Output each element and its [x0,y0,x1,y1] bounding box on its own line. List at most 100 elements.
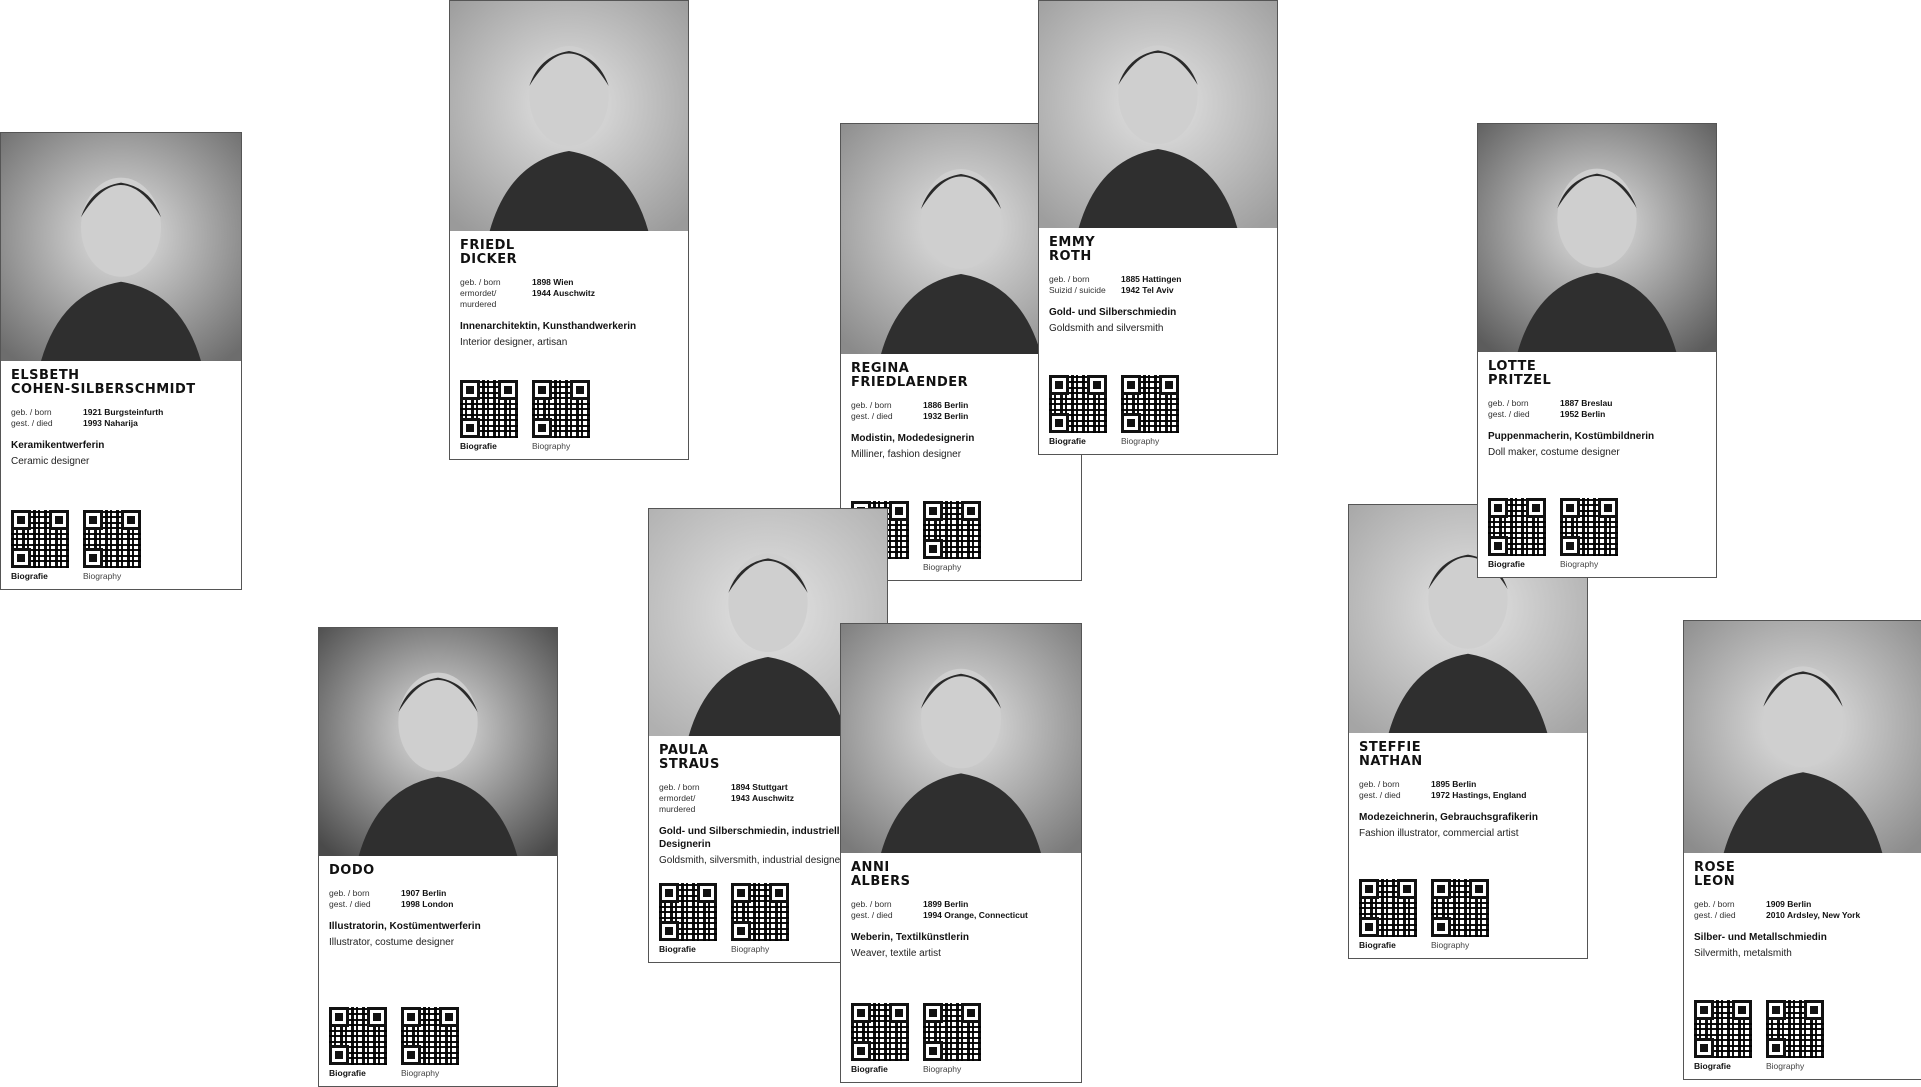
qr-biography[interactable]: Biography [1766,1000,1824,1071]
born-label: geb. / born [1488,398,1529,408]
qr-biografie[interactable]: Biografie [1359,879,1417,950]
qr-code-icon[interactable] [1049,375,1107,433]
qr-code-icon[interactable] [1560,498,1618,556]
qr-biography[interactable]: Biography [1431,879,1489,950]
qr-code-icon[interactable] [329,1007,387,1065]
qr-label-en: Biography [1121,436,1160,446]
qr-label-de: Biografie [11,571,48,581]
died-label: gest. / died [851,411,893,421]
qr-code-icon[interactable] [11,510,69,568]
born-value: 1907 Berlin [401,888,447,898]
name-first: FRIEDL [460,238,515,253]
qr-label-de: Biografie [1359,940,1396,950]
person-name: ELSBETH COHEN-SILBERSCHMIDT [11,369,231,397]
qr-biografie[interactable]: Biografie [1049,375,1107,446]
qr-biography[interactable]: Biography [1121,375,1179,446]
qr-label-en: Biography [83,571,122,581]
profession-de: Puppenmacherin, Kostümbildnerin [1488,431,1655,442]
born-value: 1887 Breslau [1560,398,1613,408]
name-first: EMMY [1049,235,1096,250]
qr-biografie[interactable]: Biografie [329,1007,387,1078]
life-dates: geb. / born 1898 Wien ermordet/ murdered… [460,277,678,310]
qr-biografie[interactable]: Biografie [460,380,518,451]
name-last: DICKER [460,252,518,267]
qr-code-icon[interactable] [1766,1000,1824,1058]
person-card-pritzel: LOTTE PRITZEL geb. / born 1887 Breslau g… [1477,123,1717,578]
born-label: geb. / born [11,407,52,417]
qr-code-icon[interactable] [532,380,590,438]
qr-codes: Biografie Biography [1049,375,1179,446]
qr-codes: Biografie Biography [1359,879,1489,950]
name-first: ELSBETH [11,368,80,383]
profession-en: Silvermith, metalsmith [1694,948,1792,959]
qr-label-en: Biography [1560,559,1599,569]
profession-en: Illustrator, costume designer [329,937,455,948]
died-label: gest. / died [1359,790,1401,800]
portrait-photo [1684,621,1921,853]
person-name: DODO [329,864,547,878]
portrait-photo [1478,124,1716,352]
born-label: geb. / born [1694,899,1735,909]
profession-de: Gold- und Silberschmiedin [1049,307,1177,318]
born-label: geb. / born [460,277,501,287]
qr-code-icon[interactable] [731,883,789,941]
profession-en: Doll maker, costume designer [1488,447,1620,458]
died-value: 1944 Auschwitz [532,288,595,298]
died-label: ermordet/ murdered [460,288,497,309]
qr-code-icon[interactable] [1359,879,1417,937]
profession-de: Illustratorin, Kostümentwerferin [329,921,481,932]
name-first: LOTTE [1488,359,1537,374]
name-first: ANNI [851,860,890,875]
qr-code-icon[interactable] [460,380,518,438]
qr-codes: Biografie Biography [659,883,789,954]
profession-de: Keramikentwerferin [11,440,105,451]
portrait-photo [1039,1,1277,228]
qr-code-icon[interactable] [851,1003,909,1061]
qr-code-icon[interactable] [659,883,717,941]
qr-label-de: Biografie [1049,436,1086,446]
born-value: 1899 Berlin [923,899,969,909]
qr-code-icon[interactable] [1488,498,1546,556]
born-label: geb. / born [329,888,370,898]
qr-codes: Biografie Biography [1694,1000,1824,1071]
person-name: ANNI ALBERS [851,861,1071,889]
profession-de: Innenarchitektin, Kunsthandwerkerin [460,321,637,332]
qr-code-icon[interactable] [923,1003,981,1061]
born-label: geb. / born [659,782,700,792]
qr-label-de: Biografie [659,944,696,954]
qr-label-en: Biography [1431,940,1470,950]
qr-code-icon[interactable] [1121,375,1179,433]
qr-biography[interactable]: Biography [731,883,789,954]
qr-label-de: Biografie [1694,1061,1731,1071]
qr-code-icon[interactable] [1431,879,1489,937]
qr-biography[interactable]: Biography [401,1007,459,1078]
qr-code-icon[interactable] [401,1007,459,1065]
qr-biography[interactable]: Biography [532,380,590,451]
qr-code-icon[interactable] [1694,1000,1752,1058]
qr-code-icon[interactable] [923,501,981,559]
qr-biografie[interactable]: Biografie [851,1003,909,1074]
qr-biography[interactable]: Biography [83,510,141,581]
life-dates: geb. / born 1885 Hattingen Suizid / suic… [1049,274,1267,296]
died-value: 1952 Berlin [1560,409,1606,419]
qr-label-en: Biography [532,441,571,451]
person-name: LOTTE PRITZEL [1488,360,1706,388]
name-last: ROTH [1049,249,1092,264]
portrait-photo [841,624,1081,853]
qr-biografie[interactable]: Biografie [11,510,69,581]
qr-biografie[interactable]: Biografie [1488,498,1546,569]
born-label: geb. / born [851,899,892,909]
qr-biografie[interactable]: Biografie [659,883,717,954]
portrait-photo [319,628,557,856]
born-value: 1895 Berlin [1431,779,1477,789]
qr-biografie[interactable]: Biografie [1694,1000,1752,1071]
qr-biography[interactable]: Biography [1560,498,1618,569]
portrait-photo [1,133,241,361]
qr-biography[interactable]: Biography [923,501,981,572]
person-card-dicker: FRIEDL DICKER geb. / born 1898 Wien ermo… [449,0,689,460]
qr-codes: Biografie Biography [11,510,141,581]
qr-code-icon[interactable] [83,510,141,568]
died-value: 2010 Ardsley, New York [1766,910,1861,920]
qr-biography[interactable]: Biography [923,1003,981,1074]
profession-en: Fashion illustrator, commercial artist [1359,828,1519,839]
